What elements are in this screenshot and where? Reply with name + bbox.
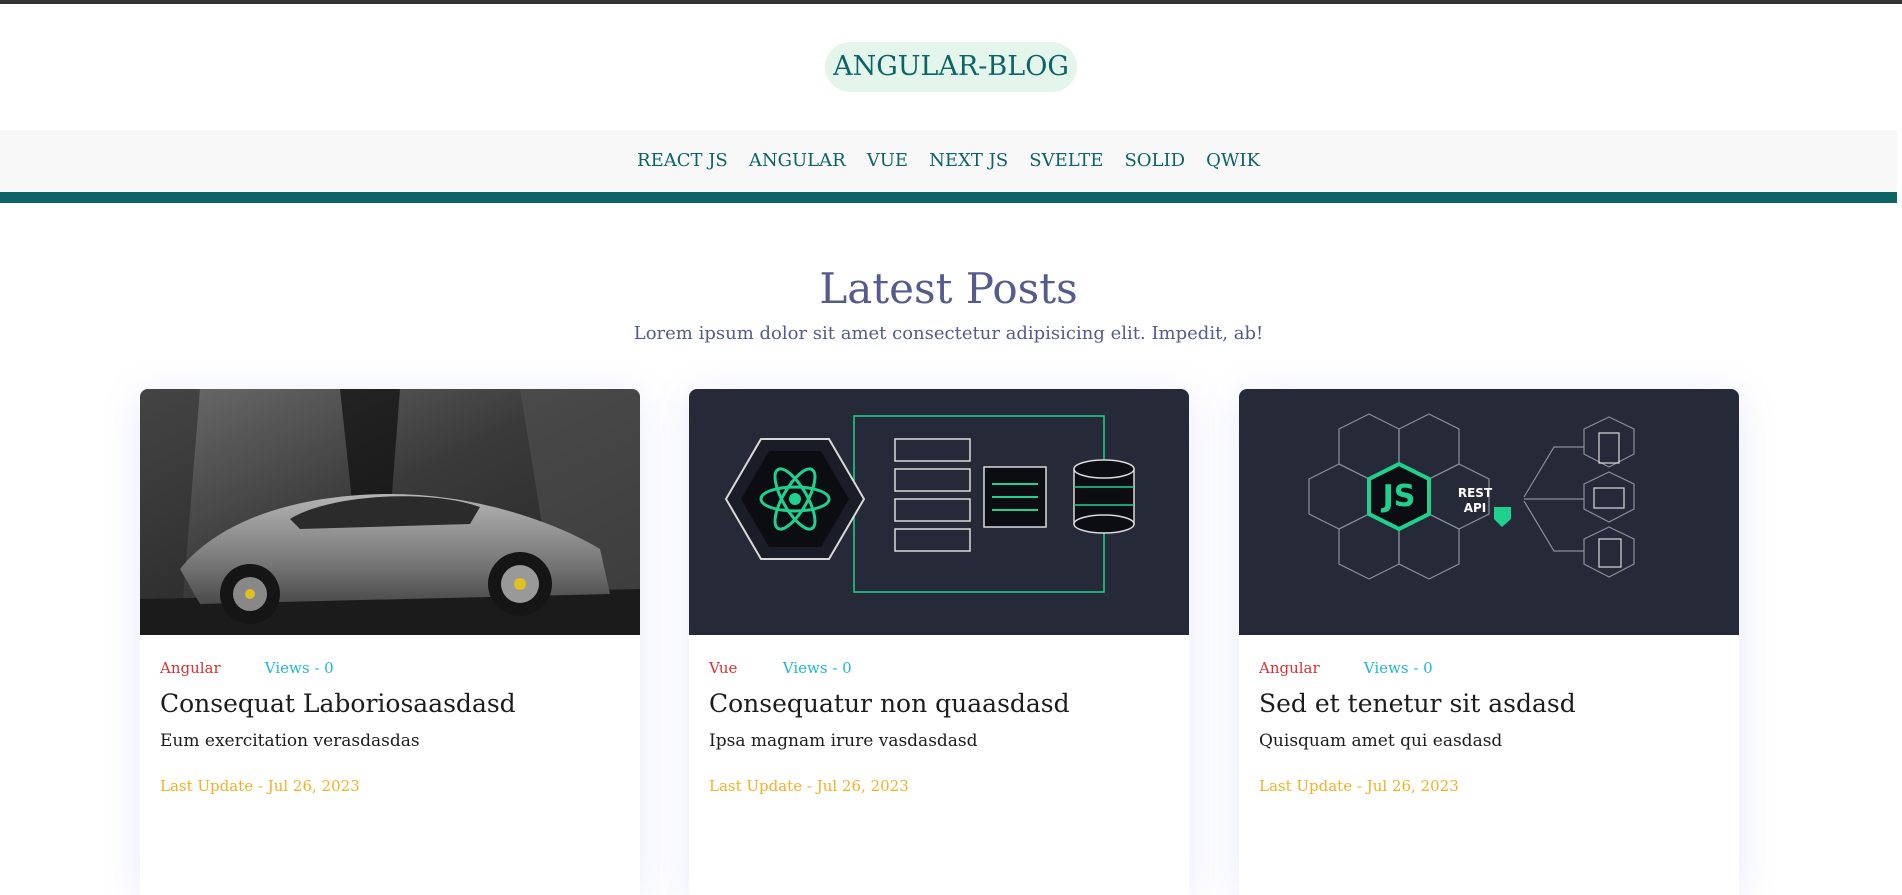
top-border — [0, 0, 1902, 4]
header: ANGULAR-BLOG — [0, 42, 1902, 92]
post-views: Views - 0 — [782, 659, 852, 677]
nav-item-react[interactable]: REACT JS — [637, 130, 728, 192]
post-description: Ipsa magnam irure vasdasdasd — [709, 731, 978, 751]
nav-divider — [0, 192, 1897, 203]
post-views: Views - 0 — [264, 659, 334, 677]
post-description: Quisquam amet qui easdasd — [1259, 731, 1503, 751]
nav-item-nextjs[interactable]: NEXT JS — [929, 130, 1008, 192]
post-updated: Last Update - Jul 26, 2023 — [709, 777, 909, 795]
post-meta: Angular Views - 0 — [1259, 659, 1433, 677]
post-category[interactable]: Angular — [160, 659, 260, 677]
nav-item-solid[interactable]: SOLID — [1124, 130, 1185, 192]
post-title[interactable]: Sed et tenetur sit asdasd — [1259, 687, 1576, 721]
main-nav: REACT JS ANGULAR VUE NEXT JS SVELTE SOLI… — [0, 130, 1897, 192]
nav-item-vue[interactable]: VUE — [867, 130, 908, 192]
post-description: Eum exercitation verasdasdas — [160, 731, 420, 751]
post-card[interactable]: JS REST API Angular Views - 0 Sed et ten… — [1239, 389, 1739, 895]
nav-item-svelte[interactable]: SVELTE — [1029, 130, 1103, 192]
post-image-nodejs-rest-api[interactable]: JS REST API — [1239, 389, 1739, 635]
post-updated: Last Update - Jul 26, 2023 — [1259, 777, 1459, 795]
js-logo-text: JS — [1381, 479, 1416, 514]
post-card[interactable]: Angular Views - 0 Consequat Laboriosaasd… — [140, 389, 640, 895]
post-title[interactable]: Consequat Laboriosaasdasd — [160, 687, 516, 721]
post-meta: Vue Views - 0 — [709, 659, 852, 677]
post-image-sports-car[interactable] — [140, 389, 640, 635]
post-category[interactable]: Vue — [709, 659, 778, 677]
post-views: Views - 0 — [1363, 659, 1433, 677]
nav-item-qwik[interactable]: QWIK — [1206, 130, 1260, 192]
section-subtitle: Lorem ipsum dolor sit amet consectetur a… — [633, 323, 1264, 344]
site-logo[interactable]: ANGULAR-BLOG — [825, 42, 1077, 92]
post-title[interactable]: Consequatur non quaasdasd — [709, 687, 1070, 721]
rest-label: REST — [1458, 486, 1493, 500]
post-updated: Last Update - Jul 26, 2023 — [160, 777, 360, 795]
post-image-react-server[interactable] — [689, 389, 1189, 635]
post-category[interactable]: Angular — [1259, 659, 1359, 677]
post-card[interactable]: Vue Views - 0 Consequatur non quaasdasd … — [689, 389, 1189, 895]
nav-item-angular[interactable]: ANGULAR — [749, 130, 846, 192]
post-meta: Angular Views - 0 — [160, 659, 334, 677]
section-title: Latest Posts — [819, 264, 1078, 313]
api-label: API — [1464, 501, 1487, 515]
